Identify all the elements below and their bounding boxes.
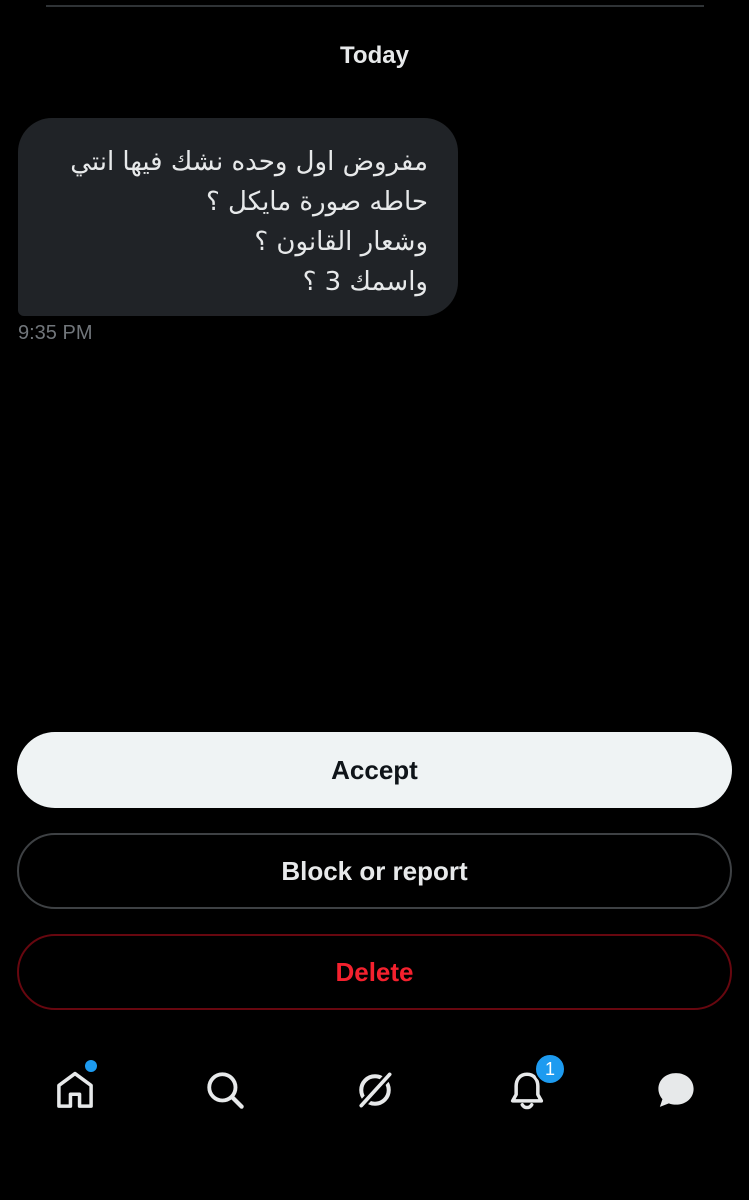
nav-home-tab[interactable]	[45, 1060, 105, 1120]
message-timestamp: 9:35 PM	[18, 322, 93, 344]
grok-icon	[357, 1070, 394, 1110]
bottom-nav: 1	[0, 1040, 749, 1140]
nav-messages-tab[interactable]	[646, 1060, 706, 1120]
message-bubble[interactable]: مفروض اول وحده نشك فيها انتي حاطه صورة م…	[18, 118, 458, 316]
search-icon	[207, 1072, 244, 1109]
top-divider	[46, 5, 704, 7]
nav-grok-tab[interactable]	[345, 1060, 405, 1120]
notification-count-badge: 1	[534, 1053, 566, 1085]
message-line: حاطه صورة مايكل ؟	[205, 187, 428, 217]
home-icon	[57, 1071, 93, 1108]
nav-notifications-tab[interactable]: 1	[497, 1053, 566, 1120]
message-line: مفروض اول وحده نشك فيها انتي	[70, 147, 428, 177]
nav-search-tab[interactable]	[195, 1060, 255, 1120]
home-notification-dot	[85, 1060, 97, 1072]
messages-icon	[658, 1073, 694, 1107]
message-line: واسمك 3 ؟	[302, 267, 428, 297]
block-or-report-button[interactable]: Block or report	[17, 833, 732, 909]
date-label: Today	[340, 42, 409, 69]
accept-button[interactable]: Accept	[17, 732, 732, 808]
delete-button[interactable]: Delete	[17, 934, 732, 1010]
message-line: وشعار القانون ؟	[254, 227, 428, 257]
